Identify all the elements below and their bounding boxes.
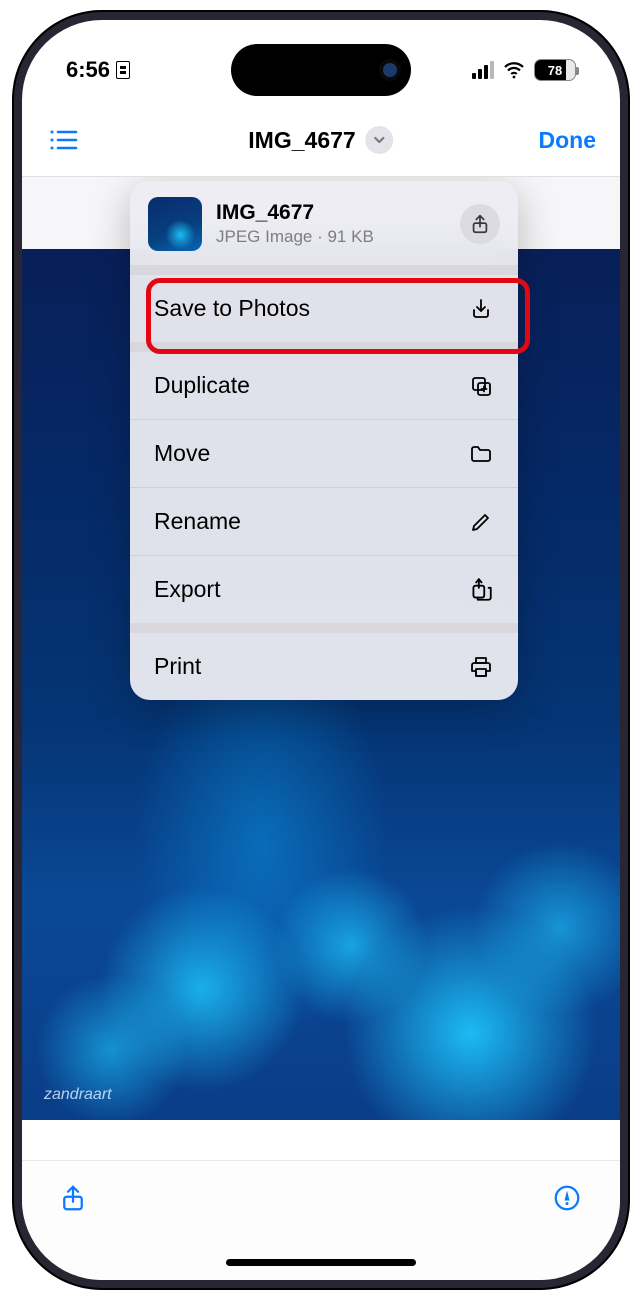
- screen: 6:56 78: [22, 20, 620, 1280]
- file-name: IMG_4677: [216, 201, 446, 225]
- pencil-icon: [468, 509, 494, 535]
- content-area: zandraart IMG_4677 JPEG Image · 91 KB: [22, 176, 620, 1120]
- toolbar-share-button[interactable]: [58, 1183, 90, 1215]
- menu-divider: [130, 342, 518, 352]
- menu-item-label: Move: [154, 440, 210, 467]
- menu-item-print[interactable]: Print: [130, 633, 518, 700]
- menu-item-label: Duplicate: [154, 372, 250, 399]
- menu-divider: [130, 623, 518, 633]
- export-icon: [468, 577, 494, 603]
- home-indicator[interactable]: [226, 1259, 416, 1266]
- menu-item-move[interactable]: Move: [130, 419, 518, 487]
- battery-pct: 78: [548, 63, 562, 78]
- menu-item-duplicate[interactable]: Duplicate: [130, 352, 518, 419]
- file-thumbnail: [148, 197, 202, 251]
- menu-item-label: Rename: [154, 508, 241, 535]
- menu-item-export[interactable]: Export: [130, 555, 518, 623]
- phone-frame: 6:56 78: [12, 10, 630, 1290]
- menu-item-rename[interactable]: Rename: [130, 487, 518, 555]
- cellular-signal-icon: [472, 61, 494, 79]
- nav-bar: IMG_4677 Done: [22, 110, 620, 170]
- image-signature: zandraart: [44, 1086, 112, 1104]
- sim-icon: [116, 61, 130, 79]
- battery-indicator: 78: [534, 59, 576, 81]
- folder-icon: [468, 441, 494, 467]
- nav-title: IMG_4677: [248, 127, 355, 154]
- context-menu: IMG_4677 JPEG Image · 91 KB Save to Phot…: [130, 181, 518, 700]
- chevron-down-icon: [366, 126, 394, 154]
- toolbar-markup-button[interactable]: [552, 1183, 584, 1215]
- menu-item-save-to-photos[interactable]: Save to Photos: [130, 275, 518, 342]
- status-bar: 6:56 78: [22, 50, 620, 90]
- done-button[interactable]: Done: [539, 127, 597, 154]
- menu-header: IMG_4677 JPEG Image · 91 KB: [130, 181, 518, 265]
- share-button[interactable]: [460, 204, 500, 244]
- menu-item-label: Save to Photos: [154, 295, 310, 322]
- wifi-icon: [502, 58, 526, 82]
- file-meta: JPEG Image · 91 KB: [216, 227, 446, 247]
- printer-icon: [468, 654, 494, 680]
- download-icon: [468, 296, 494, 322]
- menu-item-label: Print: [154, 653, 201, 680]
- duplicate-icon: [468, 373, 494, 399]
- nav-title-group[interactable]: IMG_4677: [248, 126, 393, 154]
- menu-divider: [130, 265, 518, 275]
- menu-item-label: Export: [154, 576, 220, 603]
- list-button[interactable]: [46, 123, 80, 157]
- status-time: 6:56: [66, 57, 110, 83]
